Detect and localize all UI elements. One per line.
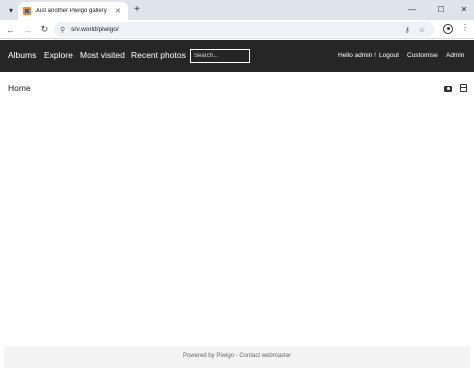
- piwigo-link[interactable]: Piwigo: [216, 353, 234, 359]
- tab-title: Just another Piwigo gallery: [35, 8, 107, 14]
- close-window-icon[interactable]: ✕: [456, 2, 472, 16]
- browser-tabstrip: ▾ Just another Piwigo gallery ✕ + — ☐ ✕: [0, 0, 474, 20]
- new-tab-icon[interactable]: +: [131, 3, 143, 16]
- greeting-text: Hello admin !: [338, 52, 376, 59]
- powered-by-text: Powered by: [182, 353, 215, 359]
- logout-link[interactable]: Logout: [379, 52, 399, 59]
- page-title: Home: [8, 83, 31, 93]
- url-text[interactable]: srv.world/piwigo/: [71, 26, 404, 33]
- minimize-icon[interactable]: —: [404, 2, 420, 16]
- address-bar[interactable]: ⚲ srv.world/piwigo/ ⚷ ☆: [54, 22, 434, 37]
- more-menu-icon[interactable]: ⋮: [461, 23, 469, 32]
- site-header: Albums Explore Most visited Recent photo…: [0, 40, 474, 72]
- nav-most-visited[interactable]: Most visited: [80, 50, 125, 60]
- customise-link[interactable]: Customise: [407, 52, 438, 59]
- site-info-icon[interactable]: ⚲: [60, 26, 65, 34]
- nav-albums[interactable]: Albums: [8, 50, 36, 60]
- contact-webmaster-link[interactable]: Contact webmaster: [239, 353, 291, 359]
- maximize-icon[interactable]: ☐: [433, 2, 449, 16]
- tab-close-icon[interactable]: ✕: [113, 7, 123, 15]
- browser-toolbar: ← → ↻ ⚲ srv.world/piwigo/ ⚷ ☆ ⋮: [0, 20, 474, 39]
- piwigo-favicon-icon: [23, 7, 31, 15]
- admin-link[interactable]: Admin: [446, 52, 464, 59]
- back-icon[interactable]: ←: [4, 23, 17, 36]
- browser-tab[interactable]: Just another Piwigo gallery ✕: [18, 2, 128, 20]
- forward-icon[interactable]: →: [21, 23, 34, 36]
- calendar-icon[interactable]: [458, 83, 468, 93]
- reload-icon[interactable]: ↻: [38, 23, 51, 36]
- bookmark-star-icon[interactable]: ☆: [419, 26, 425, 34]
- nav-explore[interactable]: Explore: [44, 50, 73, 60]
- profile-icon[interactable]: [443, 24, 453, 34]
- nav-recent-photos[interactable]: Recent photos: [131, 50, 186, 60]
- camera-icon[interactable]: [443, 83, 453, 93]
- password-key-icon[interactable]: ⚷: [405, 26, 410, 34]
- tab-search-icon[interactable]: ▾: [4, 3, 18, 17]
- page-footer: Powered by Piwigo - Contact webmaster: [4, 346, 470, 368]
- search-input[interactable]: [190, 49, 250, 63]
